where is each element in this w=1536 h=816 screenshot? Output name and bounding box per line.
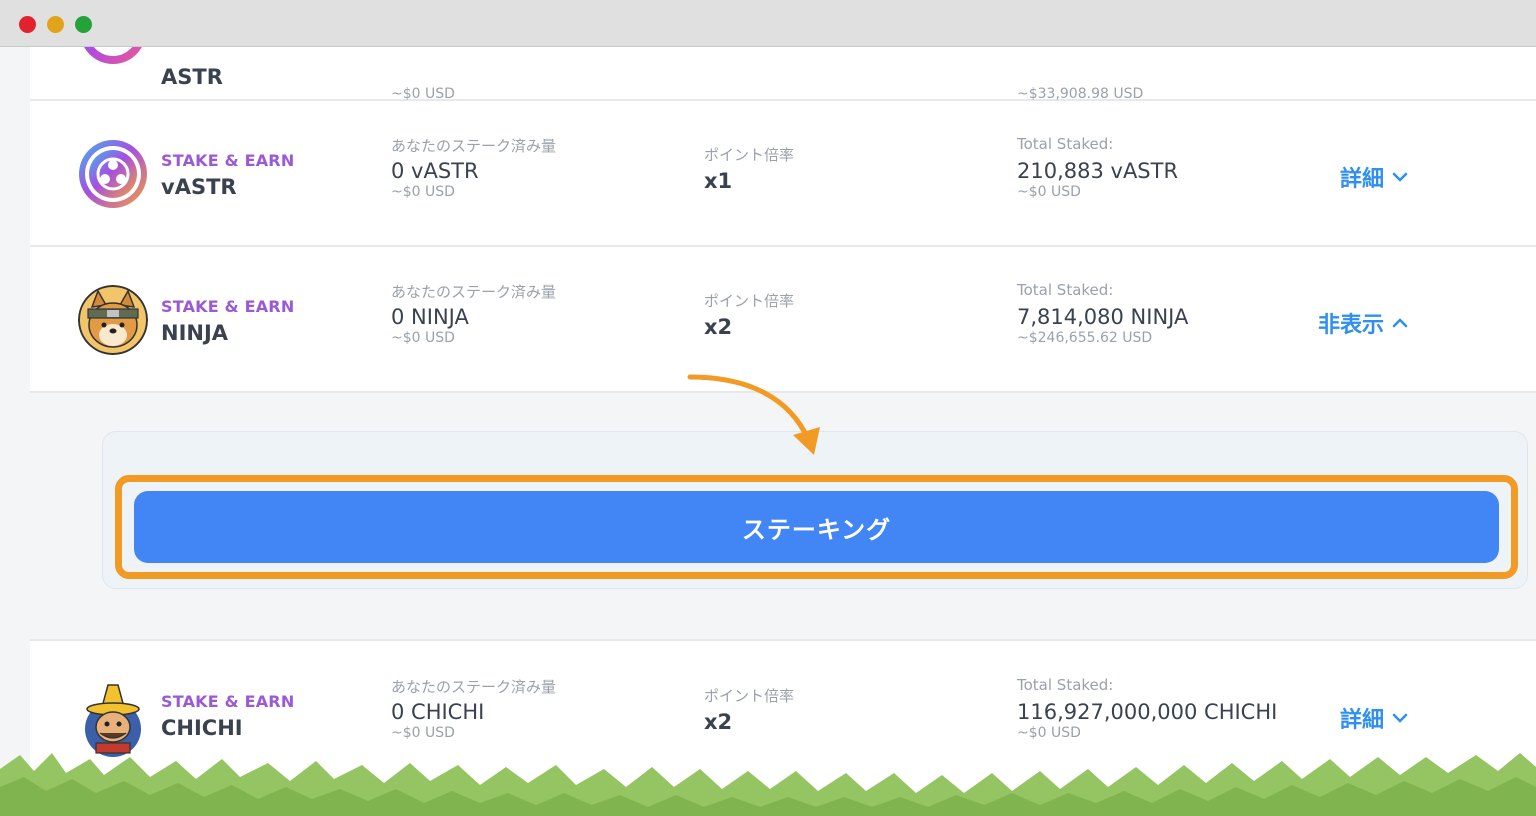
- token-name: vASTR: [161, 175, 237, 199]
- total-staked-label: Total Staked:: [1017, 676, 1114, 694]
- details-toggle[interactable]: 詳細: [1340, 161, 1408, 193]
- total-staked-value: 116,927,000,000 CHICHI: [1017, 700, 1278, 724]
- chevron-down-icon: [1392, 713, 1408, 723]
- stake-earn-tag: STAKE & EARN: [161, 692, 295, 711]
- multiplier-label: ポイント倍率: [704, 292, 795, 310]
- staked-usd: ~$0 USD: [391, 725, 455, 741]
- total-staked-value: 210,883 vASTR: [1017, 159, 1179, 183]
- multiplier-label: ポイント倍率: [704, 146, 795, 164]
- window-titlebar: [0, 0, 1536, 47]
- staked-value: 0 vASTR: [391, 159, 479, 183]
- ninja-dog-icon: [78, 285, 148, 355]
- stake-earn-tag: STAKE & EARN: [161, 151, 295, 170]
- details-toggle-label: 詳細: [1339, 708, 1384, 733]
- staked-value: 0 CHICHI: [391, 700, 485, 724]
- total-staked-usd: ~$246,655.62 USD: [1017, 330, 1153, 346]
- pointer-arrow-icon: [687, 374, 820, 455]
- staked-usd: ~$0 USD: [391, 330, 455, 346]
- total-staked-usd: ~$33,908.98 USD: [1017, 86, 1144, 102]
- minimize-window-button[interactable]: [47, 16, 64, 33]
- hide-toggle-label: 非表示: [1317, 313, 1384, 338]
- left-gutter: [0, 47, 31, 816]
- staked-label: あなたのステーク済み量: [391, 137, 557, 155]
- total-staked-label: Total Staked:: [1017, 281, 1114, 299]
- hide-toggle[interactable]: 非表示: [1318, 307, 1408, 339]
- details-toggle[interactable]: 詳細: [1340, 702, 1408, 734]
- multiplier-value: x2: [704, 710, 733, 734]
- token-name: ASTR: [161, 65, 223, 89]
- staked-usd: ~$0 USD: [391, 86, 455, 102]
- total-staked-usd: ~$0 USD: [1017, 725, 1081, 741]
- maximize-window-button[interactable]: [75, 16, 92, 33]
- staked-label: あなたのステーク済み量: [391, 283, 557, 301]
- pool-row-astr: ASTR ~$0 USD ~$33,908.98 USD: [30, 47, 1536, 102]
- multiplier-label: ポイント倍率: [704, 687, 795, 705]
- grass-decoration: [0, 753, 1536, 816]
- multiplier-value: x2: [704, 315, 733, 339]
- total-staked-value: 7,814,080 NINJA: [1017, 305, 1189, 329]
- pool-row-vastr: STAKE & EARN vASTR あなたのステーク済み量 0 vASTR ~…: [30, 101, 1536, 247]
- total-staked-label: Total Staked:: [1017, 135, 1114, 153]
- staking-button[interactable]: ステーキング: [134, 491, 1499, 563]
- page-viewport: ASTR ~$0 USD ~$33,908.98 USD STAKE & EAR…: [0, 47, 1536, 816]
- staked-usd: ~$0 USD: [391, 184, 455, 200]
- vastr-logo-icon: [78, 139, 148, 209]
- astr-logo-icon: [78, 47, 148, 66]
- stake-earn-tag: STAKE & EARN: [161, 297, 295, 316]
- chevron-up-icon: [1392, 318, 1408, 328]
- staked-label: あなたのステーク済み量: [391, 678, 557, 696]
- token-name: CHICHI: [161, 716, 243, 740]
- details-toggle-label: 詳細: [1339, 167, 1384, 192]
- close-window-button[interactable]: [19, 16, 36, 33]
- multiplier-value: x1: [704, 169, 733, 193]
- chevron-down-icon: [1392, 172, 1408, 182]
- total-staked-usd: ~$0 USD: [1017, 184, 1081, 200]
- staked-value: 0 NINJA: [391, 305, 469, 329]
- token-name: NINJA: [161, 321, 229, 345]
